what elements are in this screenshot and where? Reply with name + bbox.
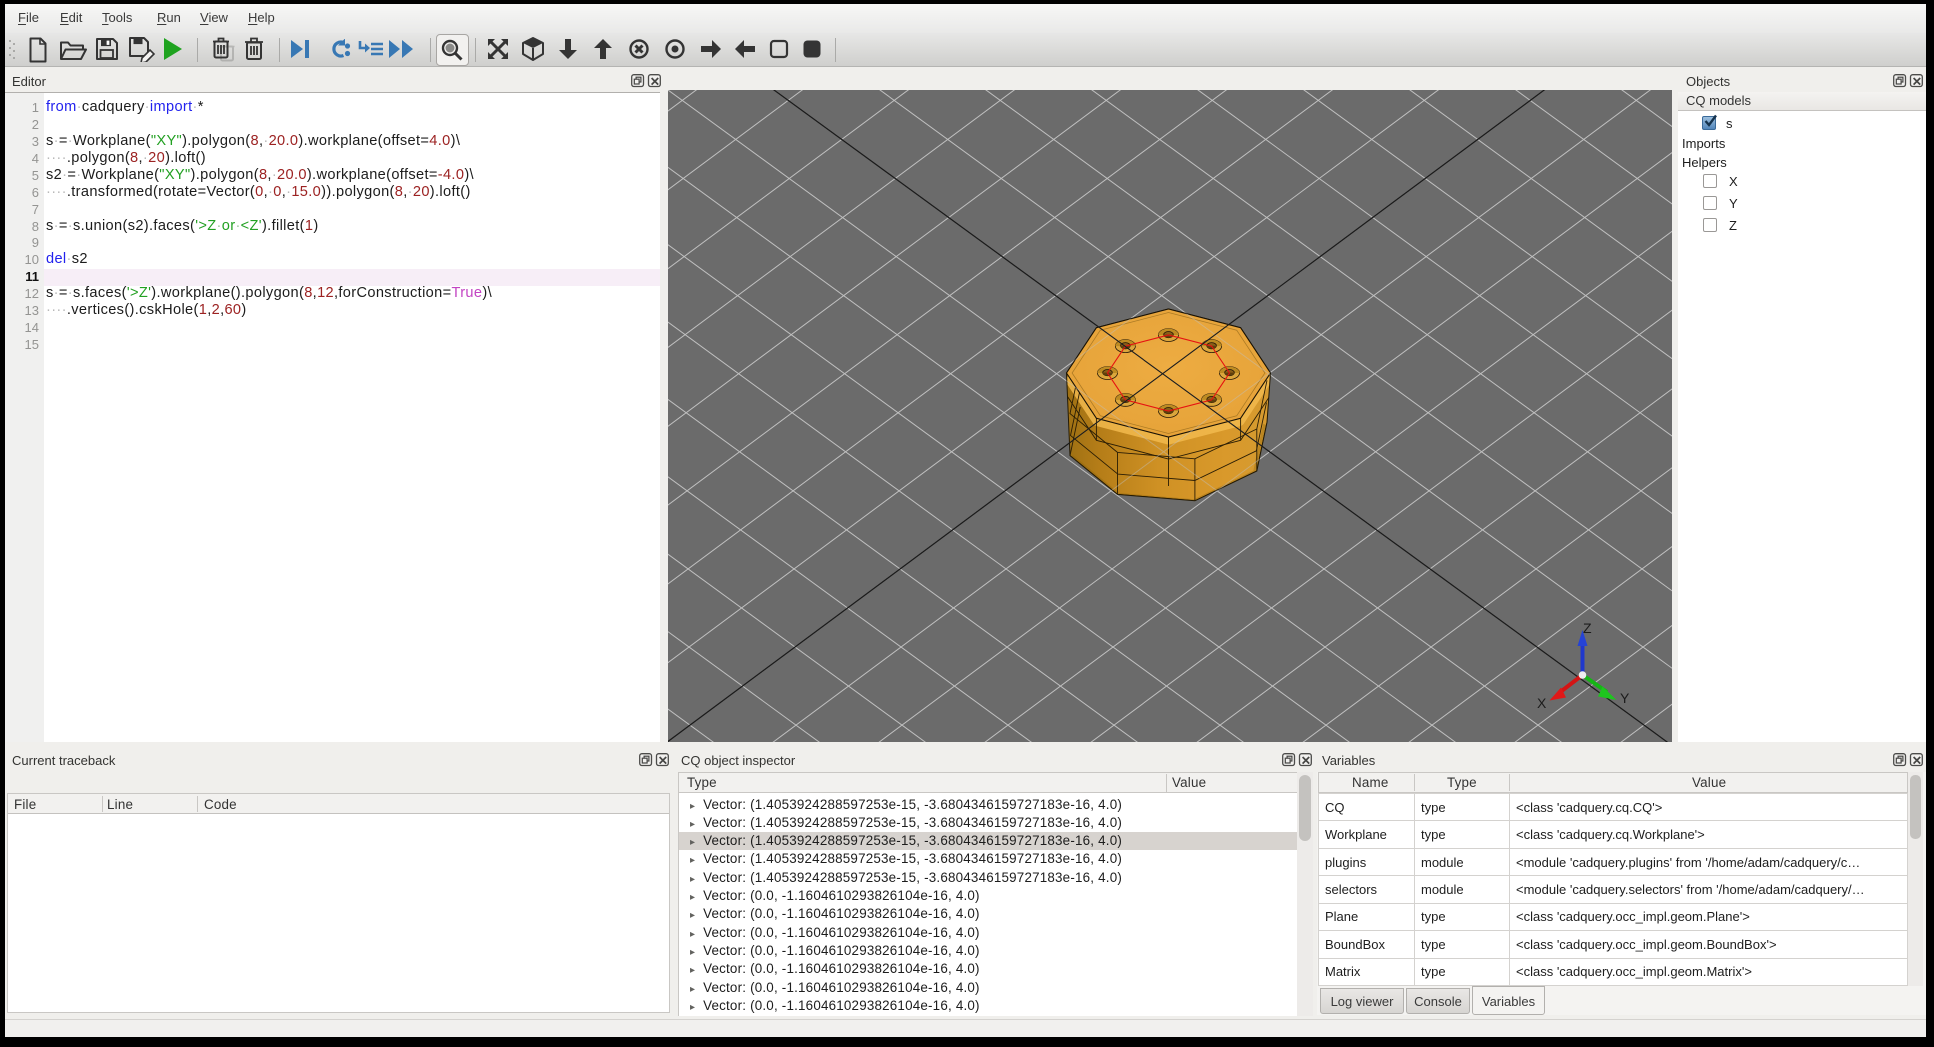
svg-text:Z: Z (1583, 620, 1592, 636)
svg-text:X: X (1537, 695, 1547, 711)
svg-text:Y: Y (1620, 690, 1630, 706)
